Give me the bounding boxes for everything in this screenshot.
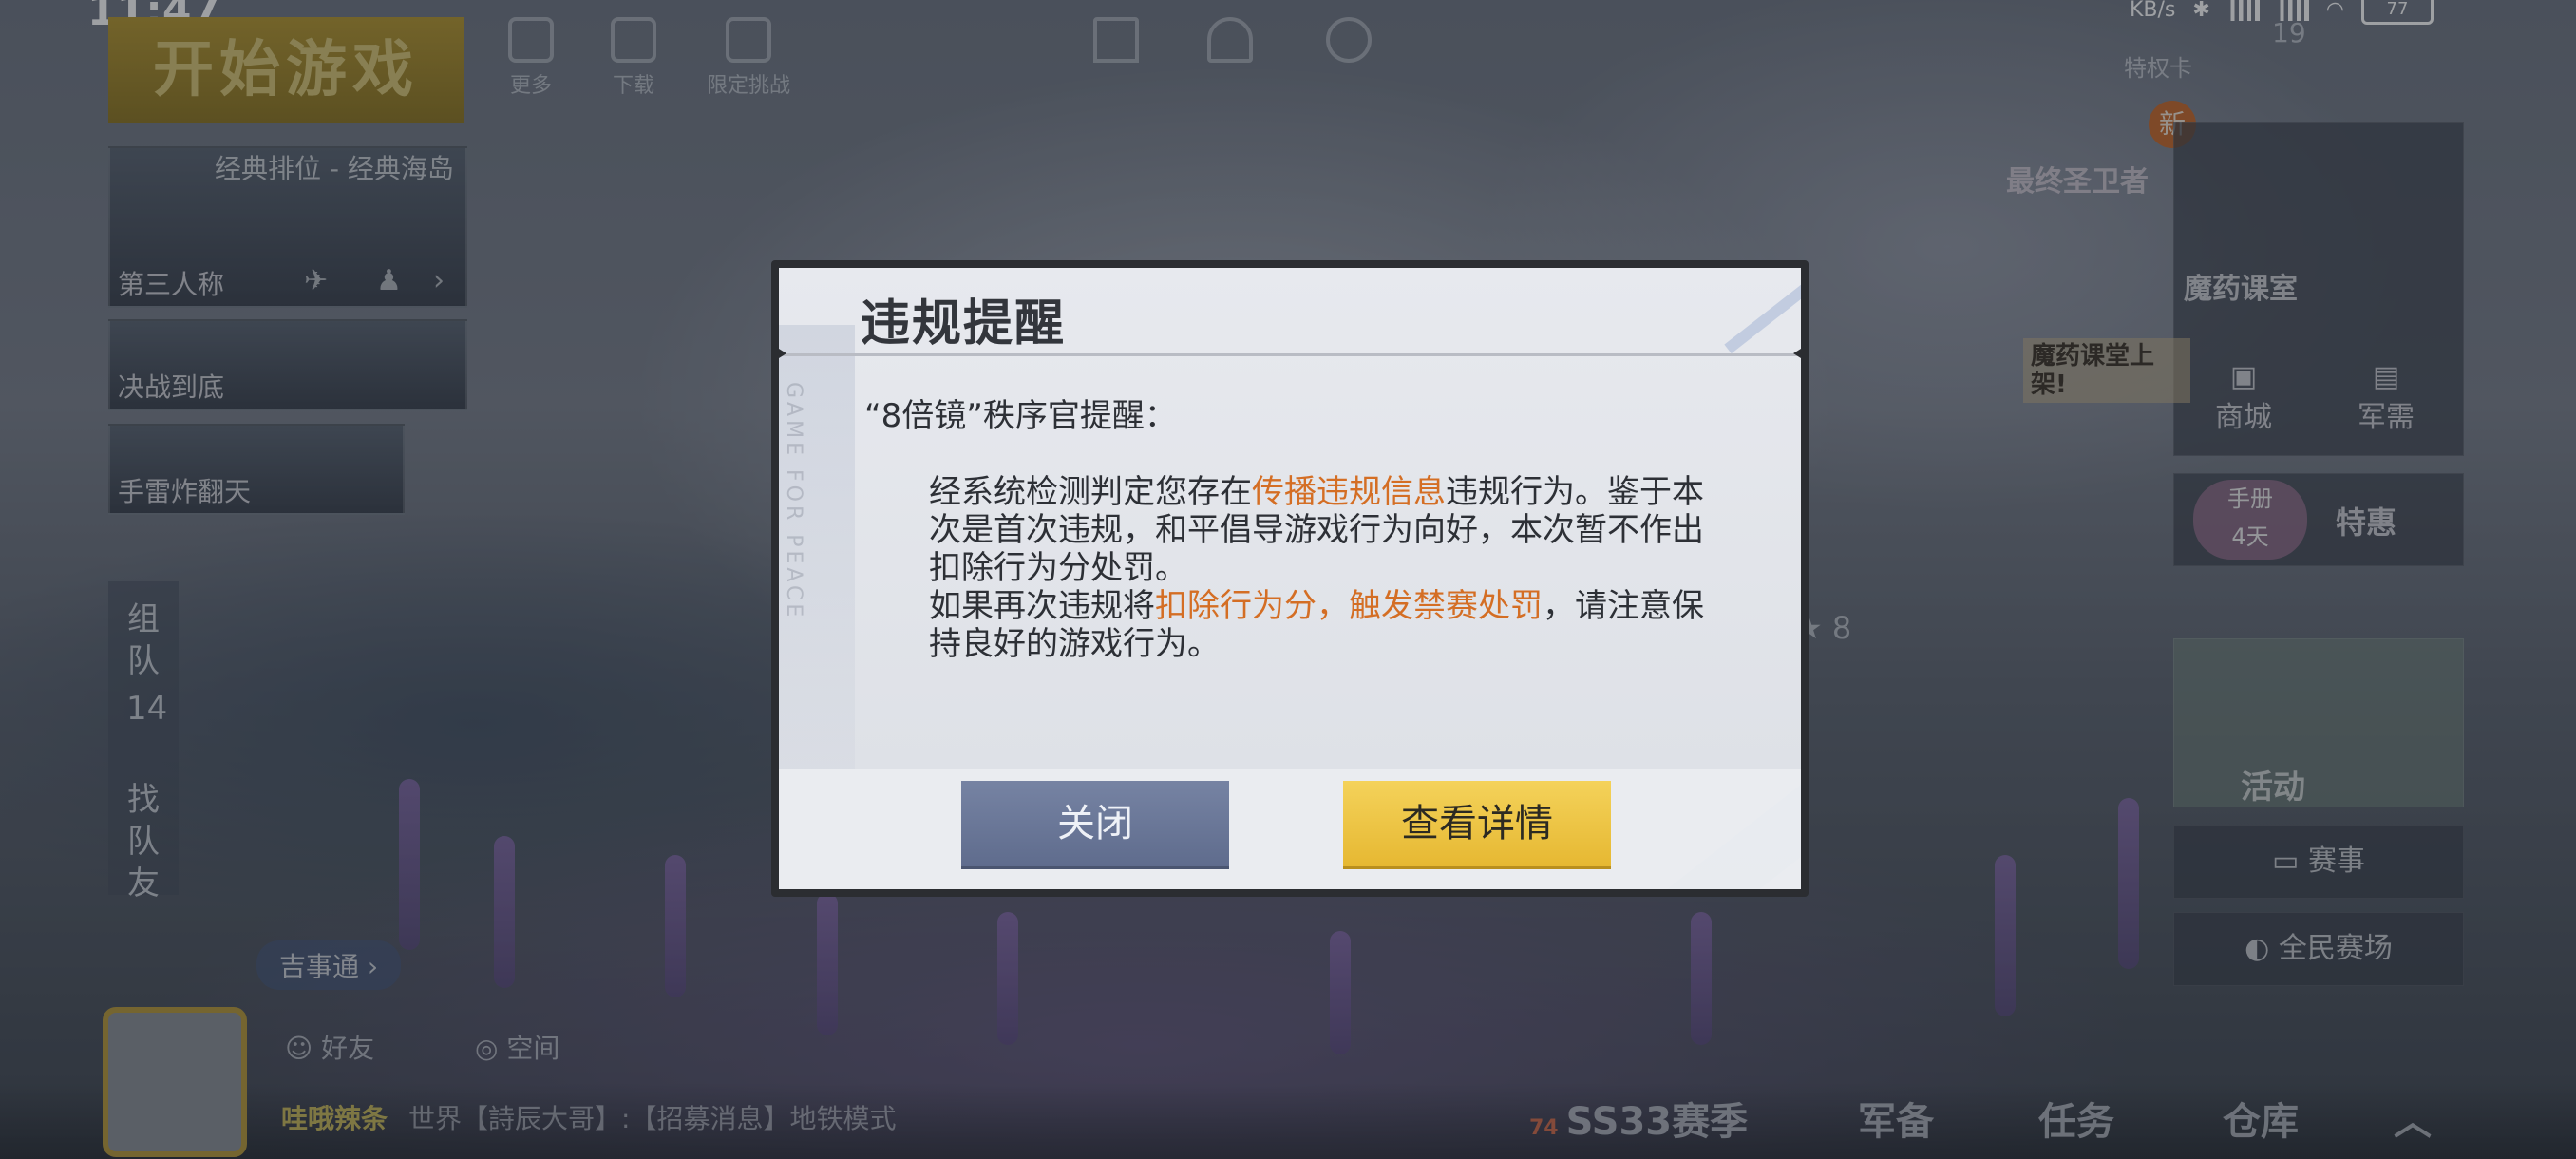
para1-highlight: 传播违规信息 bbox=[1252, 473, 1446, 511]
para2-highlight: 扣除行为分，触发禁赛处罚 bbox=[1155, 587, 1543, 625]
dialog-body: “8倍镜”秩序官提醒： 经系统检测判定您存在传播违规信息违规行为。鉴于本次是首次… bbox=[864, 397, 1719, 663]
violation-dialog: GAME FOR PEACE 违规提醒 “8倍镜”秩序官提醒： 经系统检测判定您… bbox=[779, 268, 1801, 889]
dialog-header: 违规提醒 bbox=[779, 268, 1801, 356]
dialog-title: 违规提醒 bbox=[861, 295, 1067, 352]
para2-text: 如果再次违规将 bbox=[929, 587, 1155, 625]
frame-notch-left bbox=[771, 344, 786, 363]
para1-text: 经系统检测判定您存在 bbox=[929, 473, 1252, 511]
dialog-greeting: “8倍镜”秩序官提醒： bbox=[864, 397, 1177, 435]
dialog-watermark: GAME FOR PEACE bbox=[782, 382, 805, 621]
dialog-paragraph-2: 如果再次违规将扣除行为分，触发禁赛处罚，请注意保持良好的游戏行为。 bbox=[864, 587, 1719, 663]
view-details-button[interactable]: 查看详情 bbox=[1343, 781, 1611, 866]
dialog-paragraph-1: 经系统检测判定您存在传播违规信息违规行为。鉴于本次是首次违规，和平倡导游戏行为向… bbox=[864, 473, 1719, 587]
frame-notch-right bbox=[1793, 344, 1809, 363]
close-button[interactable]: 关闭 bbox=[961, 781, 1229, 866]
dialog-footer bbox=[779, 770, 1801, 889]
